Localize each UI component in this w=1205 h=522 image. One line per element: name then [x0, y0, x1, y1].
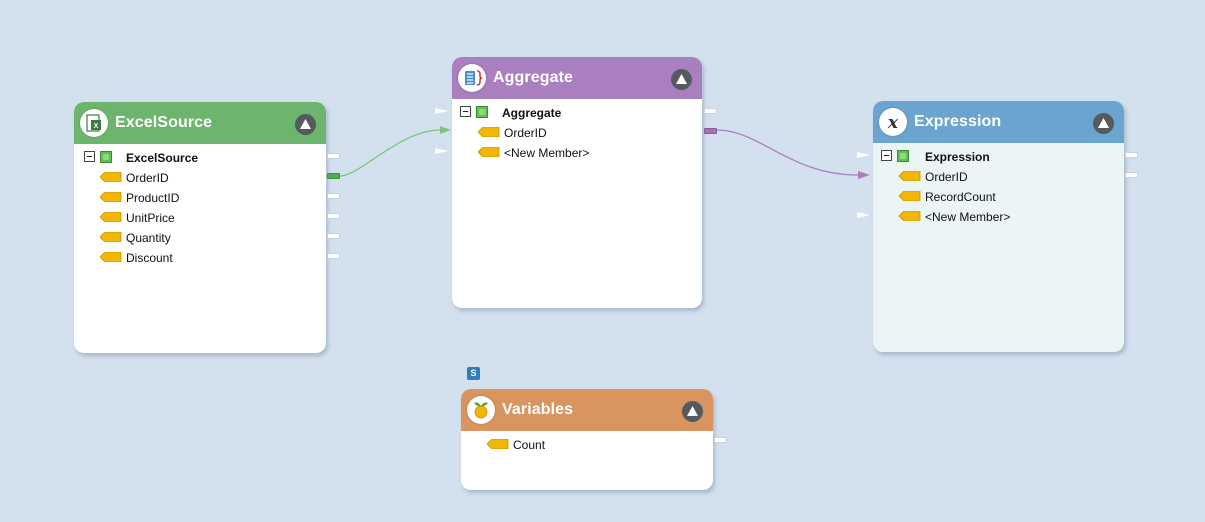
- field-row[interactable]: OrderID: [100, 168, 300, 188]
- tree-root-label: Expression: [925, 150, 990, 164]
- field-row[interactable]: RecordCount: [899, 187, 1099, 207]
- field-icon: [100, 212, 122, 222]
- field-row[interactable]: Discount: [100, 248, 300, 268]
- collapse-button[interactable]: [671, 69, 692, 90]
- field-label: UnitPrice: [126, 211, 175, 225]
- field-row[interactable]: Count: [487, 435, 687, 455]
- field-label: RecordCount: [925, 190, 996, 204]
- entity-icon: [100, 151, 112, 163]
- svg-text:x: x: [887, 113, 899, 133]
- field-icon: [100, 232, 122, 242]
- output-port[interactable]: [327, 193, 340, 199]
- excel-icon: X: [80, 109, 108, 137]
- field-icon: [478, 127, 500, 137]
- collapse-button[interactable]: [295, 114, 316, 135]
- output-port[interactable]: [327, 253, 340, 259]
- output-port[interactable]: [714, 437, 727, 443]
- expression-node[interactable]: x Expression Expression OrderID RecordCo…: [873, 101, 1124, 352]
- tree-root[interactable]: Aggregate: [460, 103, 690, 123]
- s-badge[interactable]: S: [467, 367, 480, 380]
- node-title: Expression: [914, 113, 1002, 130]
- aggregate-icon: [458, 64, 486, 92]
- triangle-up-icon: [300, 119, 311, 129]
- output-port-connected[interactable]: [327, 173, 340, 179]
- aggregate-node[interactable]: Aggregate Aggregate OrderID <New Member>: [452, 57, 702, 308]
- entity-icon: [897, 150, 909, 162]
- node-title: Aggregate: [493, 69, 574, 86]
- field-label: OrderID: [126, 171, 169, 185]
- field-row[interactable]: ProductID: [100, 188, 300, 208]
- output-port[interactable]: [1125, 152, 1138, 158]
- link-excel-to-aggregate[interactable]: [339, 129, 441, 177]
- field-row[interactable]: <New Member>: [478, 143, 678, 163]
- triangle-up-icon: [676, 74, 687, 84]
- collapse-toggle-icon[interactable]: [460, 106, 471, 117]
- triangle-up-icon: [1098, 118, 1109, 128]
- output-port[interactable]: [327, 153, 340, 159]
- field-label: OrderID: [504, 126, 547, 140]
- variables-node[interactable]: Variables Count: [461, 389, 713, 490]
- field-row[interactable]: OrderID: [478, 123, 678, 143]
- link-aggregate-to-expression[interactable]: [716, 129, 859, 176]
- collapse-toggle-icon[interactable]: [84, 151, 95, 162]
- node-title: ExcelSource: [115, 114, 213, 131]
- excel-source-header[interactable]: X ExcelSource: [74, 102, 326, 144]
- collapse-toggle-icon[interactable]: [881, 150, 892, 161]
- field-row[interactable]: UnitPrice: [100, 208, 300, 228]
- field-label: ProductID: [126, 191, 180, 205]
- diagram-canvas: X ExcelSource ExcelSource OrderID Produc…: [0, 0, 1205, 522]
- node-title: Variables: [502, 401, 574, 418]
- excel-source-node[interactable]: X ExcelSource ExcelSource OrderID Produc…: [74, 102, 326, 353]
- field-icon: [899, 211, 921, 221]
- field-icon: [478, 147, 500, 157]
- expression-header[interactable]: x Expression: [873, 101, 1124, 143]
- input-port-arrow-icon[interactable]: [435, 147, 449, 155]
- link-arrowhead-purple: [858, 171, 870, 179]
- tree-root-label: Aggregate: [502, 106, 562, 120]
- field-label: Count: [513, 438, 546, 452]
- output-port[interactable]: [1125, 172, 1138, 178]
- field-row[interactable]: <New Member>: [899, 207, 1099, 227]
- field-label: Quantity: [126, 231, 171, 245]
- field-icon: [899, 171, 921, 181]
- variables-icon: [467, 396, 495, 424]
- output-port[interactable]: [327, 233, 340, 239]
- field-icon: [100, 252, 122, 262]
- input-port-arrow-icon[interactable]: [435, 107, 449, 115]
- input-port-arrow-icon[interactable]: [857, 211, 871, 219]
- field-row[interactable]: Quantity: [100, 228, 300, 248]
- output-port[interactable]: [327, 213, 340, 219]
- link-arrowhead-green: [440, 126, 451, 134]
- collapse-button[interactable]: [1093, 113, 1114, 134]
- triangle-up-icon: [687, 406, 698, 416]
- field-row[interactable]: OrderID: [899, 167, 1099, 187]
- svg-text:X: X: [94, 123, 99, 130]
- field-label: <New Member>: [504, 146, 590, 160]
- tree-root[interactable]: Expression: [881, 147, 1111, 167]
- tree-root-label: ExcelSource: [126, 151, 199, 165]
- collapse-button[interactable]: [682, 401, 703, 422]
- expression-icon: x: [879, 108, 907, 136]
- field-label: <New Member>: [925, 210, 1011, 224]
- tree-root[interactable]: ExcelSource: [84, 148, 314, 168]
- field-icon: [100, 172, 122, 182]
- output-port[interactable]: [704, 108, 717, 114]
- input-port-arrow-icon[interactable]: [857, 151, 871, 159]
- field-icon: [100, 192, 122, 202]
- field-icon: [487, 439, 509, 449]
- field-icon: [899, 191, 921, 201]
- entity-icon: [476, 106, 488, 118]
- variables-header[interactable]: Variables: [461, 389, 713, 431]
- field-label: OrderID: [925, 170, 968, 184]
- aggregate-header[interactable]: Aggregate: [452, 57, 702, 99]
- field-label: Discount: [126, 251, 173, 265]
- output-port-connected[interactable]: [704, 128, 717, 134]
